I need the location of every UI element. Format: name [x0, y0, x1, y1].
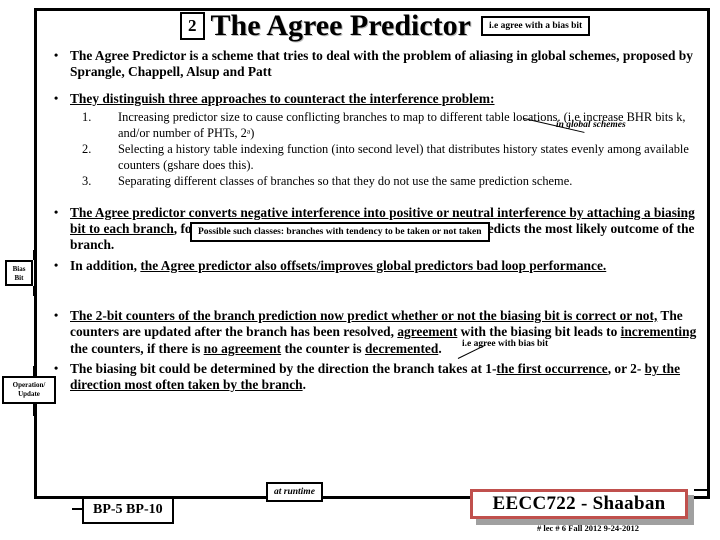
side-label-operation-update: Operation/ Update — [2, 376, 56, 404]
side-label-line1: Bias — [12, 265, 26, 273]
annotation-in-global-schemes: in global schemes — [556, 120, 626, 130]
bullet-segment: agreement — [397, 324, 458, 340]
bp-tags-box: BP-5 BP-10 — [82, 497, 174, 524]
annotation-ie-agree-bias-bit: i.e agree with bias bit — [462, 339, 549, 349]
bullet-text: They distinguish three approaches to cou… — [70, 91, 700, 107]
page-title: The Agree Predictor — [210, 9, 471, 42]
bullet-biasing-bit-determined: • The biasing bit could be determined by… — [48, 361, 700, 394]
title-row: 2 The Agree Predictor i.e agree with a b… — [180, 8, 700, 44]
list-item: 2. Selecting a history table indexing fu… — [82, 142, 700, 173]
bullet-segment: The biasing bit could be determined by t… — [70, 360, 497, 376]
bullet-text: The 2-bit counters of the branch predict… — [70, 308, 700, 357]
annotation-possible-classes: Possible such classes: branches with ten… — [190, 222, 490, 242]
bullet-segment: They distinguish three approaches to cou… — [70, 90, 495, 106]
course-stamp-sub: # lec # 6 Fall 2012 9-24-2012 — [537, 523, 639, 533]
bullet-segment: the first occurrence — [496, 360, 608, 376]
bullet-text: In addition, the Agree predictor also of… — [70, 258, 700, 274]
side-label-line2: Update — [18, 390, 40, 399]
list-item-number: 1. — [82, 110, 92, 125]
bullet-segment: no agreement — [203, 340, 282, 356]
bullet-marker: • — [54, 360, 59, 375]
bullet-aliasing: • The Agree Predictor is a scheme that t… — [48, 48, 700, 81]
bullet-segment: the counter is — [281, 340, 365, 356]
bullet-text: The Agree Predictor is a scheme that tri… — [70, 48, 700, 81]
list-item-text: Selecting a history table indexing funct… — [118, 142, 689, 172]
bullet-text: The biasing bit could be determined by t… — [70, 361, 700, 394]
side-label-tick — [33, 366, 35, 376]
slide-frame-right — [707, 8, 710, 496]
bullet-segment: The Agree Predictor is a scheme that tri… — [70, 48, 693, 80]
bullet-marker: • — [54, 204, 59, 219]
list-item: 3. Separating different classes of branc… — [82, 174, 700, 190]
course-stamp-label: EECC722 - Shaaban — [470, 489, 688, 519]
side-label-tick — [33, 404, 35, 416]
slide-canvas: 2 The Agree Predictor i.e agree with a b… — [0, 0, 720, 540]
bullet-three-approaches: • They distinguish three approaches to c… — [48, 91, 700, 107]
bullet-marker: • — [54, 90, 59, 105]
bullet-segment: decremented — [364, 340, 439, 356]
slide-body: • The Agree Predictor is a scheme that t… — [48, 48, 700, 394]
side-label-tick — [33, 250, 35, 260]
bullet-segment: incrementing — [620, 324, 697, 340]
bullet-marker: • — [54, 257, 59, 272]
bullet-segment: . — [302, 377, 306, 393]
side-label-line1: Operation/ — [12, 381, 46, 389]
bullet-in-addition: • In addition, the Agree predictor also … — [48, 258, 700, 274]
side-label-tick — [33, 286, 35, 296]
bullet-segment: The 2-bit counters of the branch predict… — [70, 307, 658, 323]
list-item-number: 2. — [82, 142, 92, 157]
bullet-marker: • — [54, 48, 59, 62]
side-label-bias-bit: Bias Bit — [5, 260, 33, 286]
footer-connector-line — [694, 489, 710, 491]
annotation-at-runtime: at runtime — [266, 482, 323, 502]
bullet-segment: with the biasing bit leads to — [457, 324, 621, 340]
side-label-line2: Bit — [14, 274, 24, 283]
list-item-number: 3. — [82, 174, 92, 189]
bullet-segment: , or 2- — [607, 360, 645, 376]
bullet-segment: In addition, — [70, 257, 141, 273]
bullet-segment: . — [438, 340, 442, 356]
bullet-two-bit-counters: • The 2-bit counters of the branch predi… — [48, 308, 700, 357]
title-callout-note: i.e agree with a bias bit — [480, 16, 591, 36]
list-item-text: Separating different classes of branches… — [118, 174, 573, 189]
bullet-marker: • — [54, 307, 59, 322]
bullet-segment: the counters, if there is — [70, 340, 204, 356]
slide-number-badge: 2 — [180, 12, 205, 40]
bullet-segment: the Agree predictor also offsets/improve… — [140, 257, 607, 273]
